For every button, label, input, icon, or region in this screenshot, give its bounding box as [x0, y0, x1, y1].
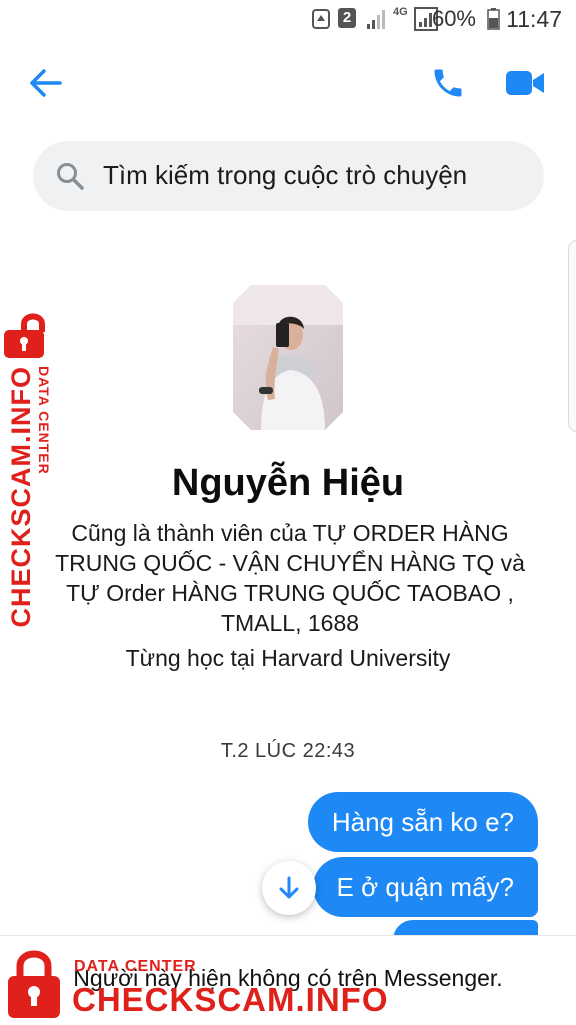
avatar[interactable]	[233, 285, 343, 430]
lock-icon	[4, 313, 45, 358]
arrow-down-icon	[279, 876, 299, 899]
message-timestamp: T.2 LÚC 22:43	[220, 740, 356, 762]
network-type: 4G	[393, 6, 408, 18]
video-camera-icon	[506, 71, 544, 95]
signal-icon	[367, 10, 385, 29]
search-icon	[57, 163, 84, 190]
battery-percent: 60%	[431, 6, 476, 31]
status-bar: 2 4G 60% 11:47	[0, 0, 576, 38]
battery-icon	[487, 8, 500, 30]
lock-icon	[8, 950, 60, 1018]
sim-badge: 2	[338, 8, 356, 28]
back-button[interactable]	[15, 53, 75, 113]
profile-bio: Cũng là thành viên của TỰ ORDER HÀNG TRU…	[55, 520, 525, 636]
voice-call-button[interactable]	[418, 53, 478, 113]
video-call-button[interactable]	[495, 53, 555, 113]
clock: 11:47	[506, 6, 562, 32]
arrow-left-icon	[30, 69, 62, 97]
conversation-search[interactable]: Tìm kiếm trong cuộc trò chuyện	[33, 141, 544, 211]
scroll-to-bottom-button[interactable]	[262, 861, 316, 915]
profile-name: Nguyễn Hiệu	[171, 462, 405, 504]
search-placeholder: Tìm kiếm trong cuộc trò chuyện	[103, 160, 468, 190]
message-text: E ở quận mấy?	[336, 871, 514, 902]
message-text: Hàng sẵn ko e?	[331, 806, 514, 837]
profile-education: Từng học tại Harvard University	[125, 645, 451, 671]
message-bubble[interactable]: Hàng sẵn ko e?	[307, 792, 538, 852]
profile-photo	[233, 285, 343, 430]
watermark-title-vertical: CHECKSCAM.INFO	[6, 366, 36, 628]
side-panel-handle[interactable]	[568, 240, 576, 432]
recycle-notification-icon	[312, 9, 330, 29]
conversation-header	[0, 38, 576, 128]
phone-icon	[434, 69, 462, 97]
watermark-title-bottom: CHECKSCAM.INFO	[72, 981, 389, 1018]
message-bubble[interactable]: E ở quận mấy?	[312, 857, 538, 917]
watermark-subtitle-bottom: DATA CENTER	[74, 958, 197, 975]
watermark-subtitle-vertical: DATA CENTER	[36, 366, 52, 475]
